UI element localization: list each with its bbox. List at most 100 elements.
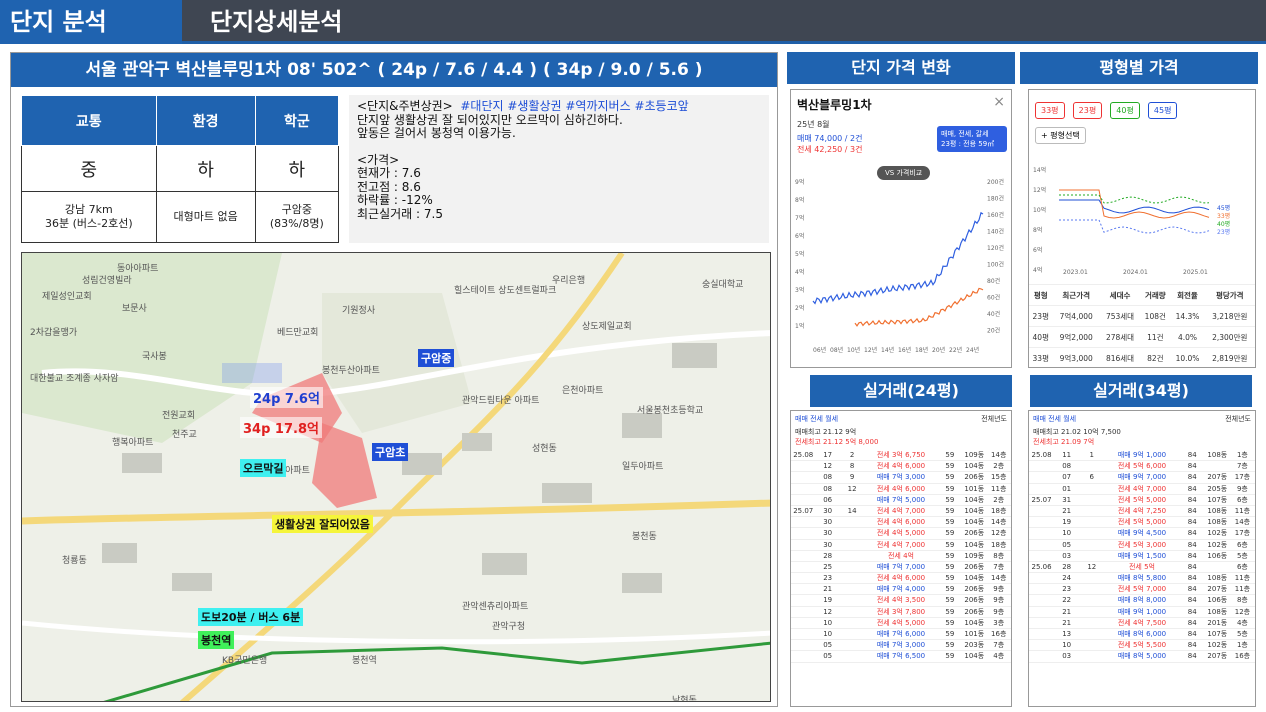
price-change-card: 벽산블루밍1차 × 25년 8월 매매 74,000 / 2건 전세 42,25…	[790, 89, 1012, 368]
tx34-summary2: 전세최고 21.09 7억	[1033, 438, 1095, 446]
add-type-button[interactable]: + 평형선택	[1035, 127, 1086, 144]
map-label-walk: 도보20분 / 버스 6분	[198, 608, 304, 626]
map-place: 성림건영빌라	[82, 276, 132, 286]
tx-cell: 06	[823, 495, 833, 504]
desc-head: <단지&주변상권>	[357, 99, 453, 113]
tx-cell: 2층	[993, 495, 1005, 504]
tx-row: 10 매매 9억 4,500 84 102동 17층	[1029, 528, 1255, 540]
complex-description: <단지&주변상권> #대단지 #생활상권 #역까지버스 #초등코앞 단지앞 생활…	[349, 95, 769, 243]
tx-cell: 08	[823, 473, 833, 482]
map-place: 상도제일교회	[582, 322, 632, 332]
tx-cell: 매매 8억 6,000	[1117, 630, 1167, 638]
tx-cell	[1079, 495, 1104, 505]
tx-cell: 205동	[1207, 484, 1228, 493]
x-tick: 08년	[830, 346, 843, 354]
tx-row: 21 전세 4억 7,500 84 201동 4층	[1029, 618, 1255, 629]
tx-cell	[1079, 629, 1104, 639]
tx-cell	[840, 607, 864, 617]
tx-cell: 8층	[1236, 596, 1248, 605]
tx34-range[interactable]: 전체년도	[1225, 414, 1251, 424]
filter-type: 23평 : 전용 59㎡	[941, 140, 995, 148]
col-type: 평형	[1029, 284, 1053, 306]
map-label-uphill: 오르막길	[240, 459, 287, 477]
area-map[interactable]: 동아아파트 성림건영빌라 제일성인교회 보문사 2차갑을맹가 국사봉 대한불교 …	[21, 252, 771, 702]
type-price-cell: 7억4,000	[1052, 305, 1100, 327]
tx-cell: 207동	[1207, 473, 1228, 482]
tx34-tabs[interactable]: 매매 전세 월세	[1033, 414, 1076, 424]
col-volume: 거래량	[1140, 284, 1171, 306]
price-peak: 전고점 : 8.6	[357, 179, 421, 194]
tx-row: 01 전세 4억 7,000 84 205동 9층	[1029, 484, 1255, 495]
tx24-range[interactable]: 전체년도	[981, 414, 1007, 424]
tx-cell: 9층	[1236, 484, 1248, 493]
type-series-line	[1059, 189, 1210, 219]
close-icon[interactable]: ×	[993, 94, 1005, 110]
type-price-row: 40평 9억2,000 278세대 11건 4.0% 2,300만원	[1029, 326, 1255, 348]
map-place: 남현동	[672, 696, 697, 702]
tx-cell	[791, 584, 815, 594]
x-tick: 14년	[881, 346, 894, 354]
tx-cell: 84	[1187, 451, 1197, 459]
y-tick-right: 60건	[987, 294, 1000, 302]
tx-cell: 101동	[964, 630, 985, 638]
tx-cell: 206동	[964, 585, 985, 594]
tx-cell: 전세 3억 7,800	[876, 607, 926, 616]
map-place: 베드만교회	[277, 328, 319, 338]
tx24-tabs[interactable]: 매매 전세 월세	[795, 414, 838, 424]
chip-33[interactable]: 33평	[1035, 102, 1065, 119]
type-price-cell: 278세대	[1099, 326, 1141, 348]
tx-cell: 23	[1062, 585, 1072, 594]
tx-cell: 전세 4억 5,000	[876, 618, 926, 627]
tx-cell: 매매 7억 6,500	[876, 652, 926, 661]
map-place: 봉천동	[632, 532, 657, 542]
type-price-table: 평형 최근가격 세대수 거래량 회전율 평당가격 23평 7억4,000 753세대…	[1029, 284, 1255, 367]
tx-cell: 전세 5억 6,000	[1117, 462, 1167, 471]
tx-cell: 25.07	[793, 506, 814, 515]
tx-cell	[1079, 517, 1104, 527]
chip-23[interactable]: 23평	[1072, 102, 1103, 119]
tx-cell	[1079, 540, 1104, 550]
tx-cell: 6층	[1236, 540, 1248, 549]
type-price-cell: 82건	[1140, 347, 1171, 367]
y-tick-right: 40건	[987, 310, 1000, 318]
tx-cell: 1층	[1236, 641, 1248, 650]
type-filter-dropdown[interactable]: 매매, 전세, 갈세 23평 : 전용 59㎡	[937, 126, 1007, 152]
map-place: 보문사	[122, 304, 147, 314]
tx-cell: 23	[823, 574, 833, 583]
tx-cell: 05	[1062, 540, 1072, 549]
tx-cell: 84	[1187, 607, 1197, 616]
tx-cell: 03	[1062, 551, 1072, 560]
tx-cell	[1029, 551, 1054, 561]
header-transport: 교통	[21, 95, 157, 146]
tx-cell: 104동	[964, 518, 985, 527]
tx-cell: 12	[1087, 562, 1097, 571]
map-place: 2차갑을맹가	[30, 328, 78, 338]
tx-cell	[840, 495, 864, 505]
type-price-cell: 3,218만원	[1204, 305, 1255, 327]
tx-row: 30 전세 4억 7,000 59 104동 18층	[791, 540, 1011, 551]
tx-cell: 108동	[1207, 506, 1228, 515]
map-place: 힐스테이트 상도센트럴파크	[454, 286, 557, 296]
tx-cell: 매매 7억 6,000	[876, 630, 926, 638]
y-tick: 12억	[1033, 186, 1046, 194]
tx-cell	[1029, 540, 1054, 550]
tx-cell: 14층	[991, 451, 1007, 459]
tx-cell: 12	[847, 484, 857, 493]
tx-cell: 84	[1187, 562, 1197, 571]
tx-row: 28 전세 4억 59 109동 8층	[791, 551, 1011, 562]
section-title: 단지 분석	[0, 0, 182, 44]
type-series-label: 45평	[1217, 204, 1230, 212]
tx-cell: 전세 5억 5,000	[1117, 518, 1167, 527]
tx-cell: 107동	[1207, 630, 1228, 638]
tx-cell: 07	[1062, 473, 1072, 482]
tx-cell: 104동	[964, 618, 985, 627]
tx-cell: 10	[1062, 529, 1072, 538]
chip-45[interactable]: 45평	[1147, 102, 1178, 119]
y-tick-right: 160건	[987, 211, 1004, 219]
tx-cell: 4층	[993, 652, 1005, 661]
map-place: 봉천두산아파트	[322, 366, 380, 376]
tx-cell	[1029, 506, 1054, 516]
tx-cell: 109동	[964, 451, 985, 459]
tx-cell: 매매 9억 4,500	[1117, 529, 1167, 538]
chip-40[interactable]: 40평	[1110, 102, 1140, 119]
